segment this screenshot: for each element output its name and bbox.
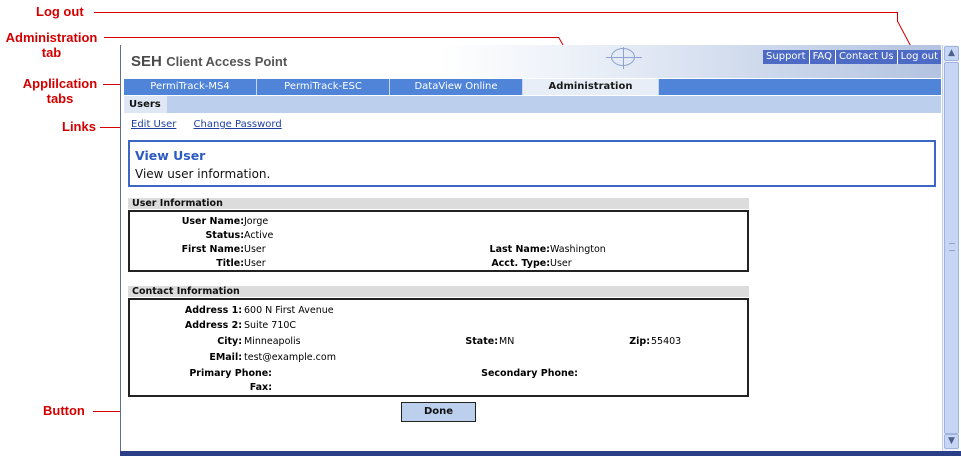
contact-info-box: Address 1: 600 N First Avenue Address 2:… xyxy=(128,298,749,397)
callout-app-tabs: Applilcation tabs xyxy=(18,76,102,106)
address2-value: Suite 710C xyxy=(244,320,297,331)
logout-link[interactable]: Log out xyxy=(896,50,941,64)
user-info-box: User Name: Jorge Status: Active First Na… xyxy=(128,210,749,272)
page-title: View User xyxy=(135,148,206,163)
tab-dataview-online[interactable]: DataView Online xyxy=(390,79,523,95)
scroll-thumb[interactable] xyxy=(944,62,959,434)
change-password-link[interactable]: Change Password xyxy=(194,119,282,130)
title-label: Title: xyxy=(216,258,244,269)
address1-value: 600 N First Avenue xyxy=(244,305,334,316)
scroll-down-icon[interactable]: ▼ xyxy=(944,434,959,449)
window-bottom-border xyxy=(120,451,961,456)
user-name-label: User Name: xyxy=(181,216,244,227)
primary-phone-label: Primary Phone: xyxy=(189,368,272,379)
email-value: test@example.com xyxy=(244,352,336,363)
last-name-label: Last Name: xyxy=(489,244,550,255)
state-label: State: xyxy=(465,336,498,347)
last-name-value: Washington xyxy=(550,244,606,255)
callout-button: Button xyxy=(43,403,85,418)
browser-window: SEH Client Access Point Support FAQ Cont… xyxy=(120,45,961,456)
support-link[interactable]: Support xyxy=(763,50,809,64)
callout-admin-tab-line1: Administration xyxy=(5,30,98,45)
callout-admin-tab-line xyxy=(104,37,559,38)
edit-user-link[interactable]: Edit User xyxy=(131,119,176,130)
user-name-value: Jorge xyxy=(244,216,269,227)
brand-client-access-point: Client Access Point xyxy=(166,54,288,69)
callout-admin-tab: Administration tab xyxy=(0,30,103,60)
first-name-value: User xyxy=(244,244,266,255)
callout-logout: Log out xyxy=(36,4,84,19)
state-value: MN xyxy=(499,336,515,347)
done-button[interactable]: Done xyxy=(401,402,476,422)
faq-link[interactable]: FAQ xyxy=(808,50,835,64)
address1-label: Address 1: xyxy=(184,305,242,316)
contact-info-heading: Contact Information xyxy=(128,286,749,297)
site-header: SEH Client Access Point Support FAQ Cont… xyxy=(121,45,941,78)
subtab-users[interactable]: Users xyxy=(124,96,167,113)
callout-admin-tab-line2: tab xyxy=(41,45,62,60)
callout-logout-line xyxy=(94,12,898,13)
zip-value: 55403 xyxy=(651,336,682,347)
first-name-label: First Name: xyxy=(181,244,244,255)
callout-links: Links xyxy=(62,119,96,134)
vertical-scrollbar[interactable]: ▲ ▼ xyxy=(942,45,959,451)
city-label: City: xyxy=(217,336,242,347)
acct-type-value: User xyxy=(550,258,572,269)
tab-permitrack-ms4[interactable]: PermiTrack-MS4 xyxy=(124,79,257,95)
brand-seh: SEH xyxy=(131,53,162,70)
status-value: Active xyxy=(244,230,274,241)
application-tabs: PermiTrack-MS4 PermiTrack-ESC DataView O… xyxy=(124,79,941,95)
site-logo: SEH Client Access Point xyxy=(131,53,287,71)
globe-icon xyxy=(606,47,642,69)
top-links: Support FAQ Contact Us Log out xyxy=(763,50,941,64)
scroll-up-icon[interactable]: ▲ xyxy=(944,46,959,61)
fax-label: Fax: xyxy=(249,382,272,393)
callout-app-tabs-line1: Applilcation xyxy=(22,76,98,91)
acct-type-label: Acct. Type: xyxy=(491,258,550,269)
tab-administration[interactable]: Administration xyxy=(523,79,659,95)
callout-app-tabs-line2: tabs xyxy=(46,91,74,106)
status-label: Status: xyxy=(205,230,244,241)
action-links: Edit User Change Password xyxy=(131,119,296,130)
email-label: EMail: xyxy=(209,352,242,363)
title-value: User xyxy=(244,258,266,269)
page-description: View user information. xyxy=(135,167,271,181)
secondary-phone-label: Secondary Phone: xyxy=(481,368,578,379)
city-value: Minneapolis xyxy=(244,336,301,347)
address2-label: Address 2: xyxy=(184,320,242,331)
tab-permitrack-esc[interactable]: PermiTrack-ESC xyxy=(257,79,390,95)
zip-label: Zip: xyxy=(629,336,650,347)
user-info-heading: User Information xyxy=(128,198,749,209)
view-user-panel: View User View user information. xyxy=(128,140,936,187)
sub-tabs: Users xyxy=(124,96,941,113)
contact-us-link[interactable]: Contact Us xyxy=(834,50,897,64)
